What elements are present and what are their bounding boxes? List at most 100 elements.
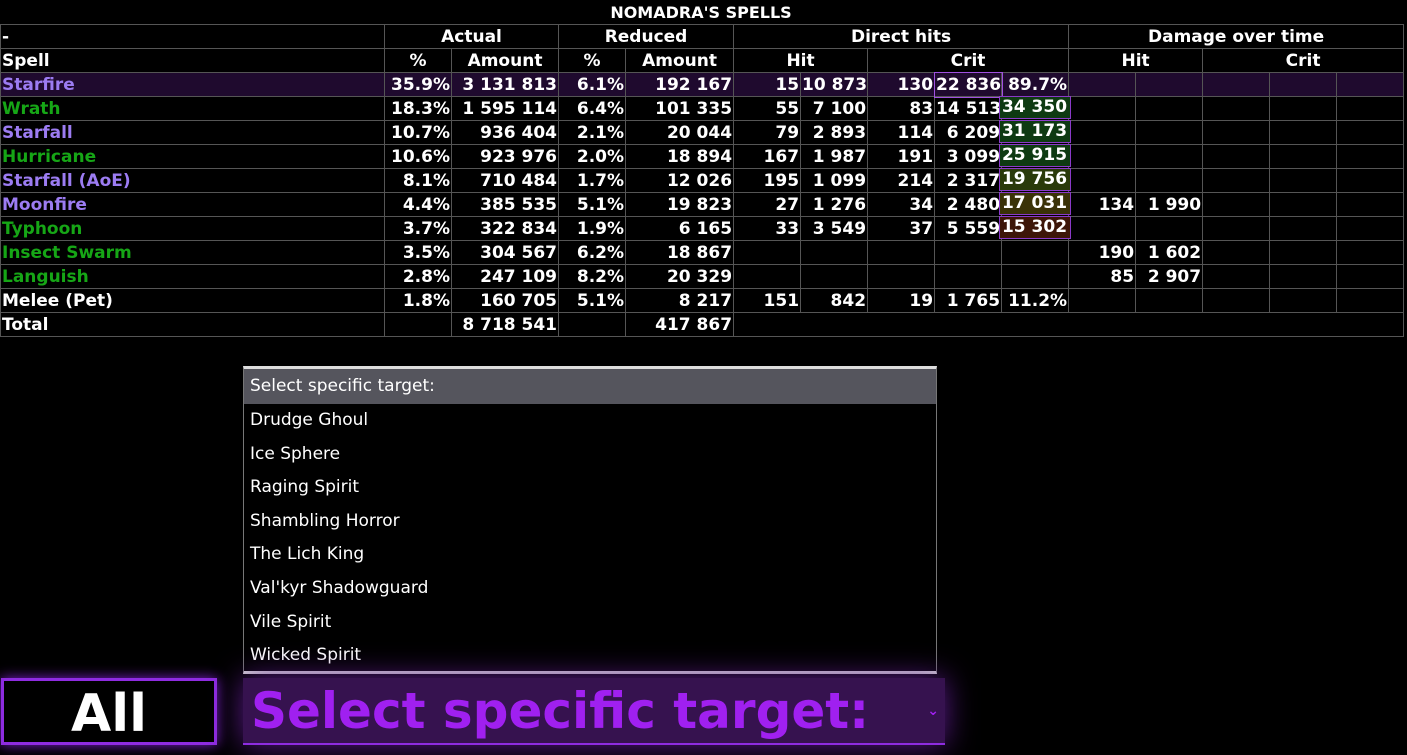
cell-hit-n: 151 (733, 288, 802, 313)
cell-dot-crit (1202, 72, 1271, 97)
cell-dot-crit (1202, 192, 1271, 217)
cell-hit-avg (800, 240, 869, 265)
cell-ramount: 20 044 (625, 120, 735, 145)
cell-dot-hit-avg (1135, 288, 1204, 313)
target-option-wicked-spirit[interactable]: Wicked Spirit (244, 639, 936, 673)
cell-dot-crit (1336, 240, 1405, 265)
cell-hit-n: 33 (733, 216, 802, 241)
cell-crit-n: 37 (867, 216, 936, 241)
table-row[interactable]: Moonfire 4.4% 385 535 5.1% 19 823 27 1 276 34 2 … (0, 192, 1405, 217)
target-option-drudge-ghoul[interactable]: Drudge Ghoul (244, 404, 936, 438)
table-row[interactable]: Starfire 35.9% 3 131 813 6.1% 192 167 15 10 87… (0, 71, 1405, 98)
cell-crit-pct: 19 756 (999, 168, 1072, 193)
table-row[interactable]: Hurricane 10.6% 923 976 2.0% 18 894 167 1 987 1… (0, 144, 1405, 169)
direct-crit-header[interactable]: Crit (867, 48, 1070, 73)
target-select[interactable]: Select specific target: ⌄ (243, 678, 945, 745)
table-row[interactable]: Insect Swarm 3.5% 304 567 6.2% 18 867 190 1 60… (0, 240, 1405, 265)
table-row[interactable]: Wrath 18.3% 1 595 114 6.4% 101 335 55 7 100 83 1… (0, 96, 1405, 121)
cell-dot-crit (1202, 120, 1271, 145)
cell-crit-avg: 1 765 (934, 288, 1003, 313)
cell-dot-crit (1202, 264, 1271, 289)
target-option-shambling-horror[interactable]: Shambling Horror (244, 505, 936, 539)
reduced-header[interactable]: Reduced (558, 24, 735, 49)
cell-dot-hit-n (1068, 216, 1137, 241)
cell-dot-crit (1269, 288, 1338, 313)
cell-crit-pct (1001, 264, 1070, 289)
spell-name: Melee (Pet) (0, 288, 385, 313)
cell-dot-crit (1202, 240, 1271, 265)
target-option-vile-spirit[interactable]: Vile Spirit (244, 606, 936, 640)
cell-dot-hit-avg: 2 907 (1135, 264, 1204, 289)
table-row[interactable]: Typhoon 3.7% 322 834 1.9% 6 165 33 3 549 37 5 55… (0, 216, 1405, 241)
cell-dot-hit-n: 85 (1068, 264, 1137, 289)
cell-crit-pct: 17 031 (999, 192, 1072, 217)
cell-crit-pct: 25 915 (999, 144, 1072, 169)
cell-rpct: 2.1% (558, 120, 627, 145)
reduced-amount-header[interactable]: Amount (625, 48, 735, 73)
dot-header[interactable]: Damage over time (1068, 24, 1405, 49)
cell-hit-n: 27 (733, 192, 802, 217)
cell-hit-n: 79 (733, 120, 802, 145)
cell-rpct: 2.0% (558, 144, 627, 169)
cell-dot-crit (1269, 96, 1338, 121)
cell-pct: 10.7% (384, 120, 452, 145)
max-hit-badge: 25 915 (999, 144, 1072, 167)
actual-amount-header[interactable]: Amount (450, 48, 560, 73)
cell-dot-hit-avg: 1 990 (1135, 192, 1204, 217)
cell-crit-n (867, 240, 936, 265)
cell-crit-avg: 2 317 (934, 168, 1003, 193)
table-row[interactable]: Starfall (AoE) 8.1% 710 484 1.7% 12 026 195 1 … (0, 168, 1405, 193)
cell-ramount: 8 217 (625, 288, 735, 313)
cell-hit-avg: 1 099 (800, 168, 869, 193)
cell-hit-avg: 1 276 (800, 192, 869, 217)
target-option-valkyr-shadowguard[interactable]: Val'kyr Shadowguard (244, 572, 936, 606)
cell-dot-crit (1336, 72, 1405, 97)
table-row[interactable]: Starfall 10.7% 936 404 2.1% 20 044 79 2 893 114… (0, 120, 1405, 145)
cell-amount: 322 834 (450, 216, 560, 241)
table-row[interactable]: Melee (Pet) 1.8% 160 705 5.1% 8 217 151 842 19 1… (0, 288, 1405, 313)
spell-header[interactable]: Spell (0, 48, 385, 73)
direct-hits-header[interactable]: Direct hits (733, 24, 1070, 49)
spells-table: - Actual Reduced Direct hits Damage over… (0, 24, 1405, 337)
dot-crit-header[interactable]: Crit (1202, 48, 1405, 73)
cell-crit-n: 214 (867, 168, 936, 193)
spell-name: Moonfire (0, 192, 385, 217)
reduced-pct-header[interactable]: % (558, 48, 627, 73)
cell-dot-hit-n (1068, 288, 1137, 313)
cell-pct: 35.9% (384, 72, 452, 97)
spell-name: Insect Swarm (0, 240, 385, 265)
table-title: NOMADRA'S SPELLS (610, 3, 792, 22)
dot-hit-header[interactable]: Hit (1068, 48, 1204, 73)
cell-hit-n: 55 (733, 96, 802, 121)
cell-dot-crit (1269, 192, 1338, 217)
cell-hit-avg: 7 100 (800, 96, 869, 121)
spell-name: Typhoon (0, 216, 385, 241)
cell-crit-pct (1001, 240, 1070, 265)
cell-dot-crit (1336, 216, 1405, 241)
target-select-value: Select specific target: (251, 682, 870, 740)
target-option-the-lich-king[interactable]: The Lich King (244, 538, 936, 572)
cell-dot-crit (1202, 96, 1271, 121)
cell-crit-avg (934, 264, 1003, 289)
direct-hit-header[interactable]: Hit (733, 48, 869, 73)
cell-dot-crit (1269, 264, 1338, 289)
cell-hit-avg: 842 (800, 288, 869, 313)
all-targets-button[interactable]: All (1, 678, 217, 745)
max-hit-badge: 34 350 (999, 96, 1072, 119)
target-dropdown-list: Select specific target: Drudge Ghoul Ice… (243, 366, 937, 674)
cell-pct: 1.8% (384, 288, 452, 313)
cell-crit-n: 114 (867, 120, 936, 145)
actual-pct-header[interactable]: % (384, 48, 452, 73)
actual-header[interactable]: Actual (383, 24, 560, 49)
cell-amount: 936 404 (450, 120, 560, 145)
table-row[interactable]: Languish 2.8% 247 109 8.2% 20 329 85 2 907 (0, 264, 1405, 289)
target-option-raging-spirit[interactable]: Raging Spirit (244, 471, 936, 505)
cell-dot-crit (1269, 168, 1338, 193)
cell-dot-crit (1269, 240, 1338, 265)
cell-dot-crit (1202, 216, 1271, 241)
cell-rpct: 6.4% (558, 96, 627, 121)
cell-pct: 3.7% (384, 216, 452, 241)
cell-dot-crit (1336, 120, 1405, 145)
target-option-ice-sphere[interactable]: Ice Sphere (244, 438, 936, 472)
cell-amount: 1 595 114 (450, 96, 560, 121)
